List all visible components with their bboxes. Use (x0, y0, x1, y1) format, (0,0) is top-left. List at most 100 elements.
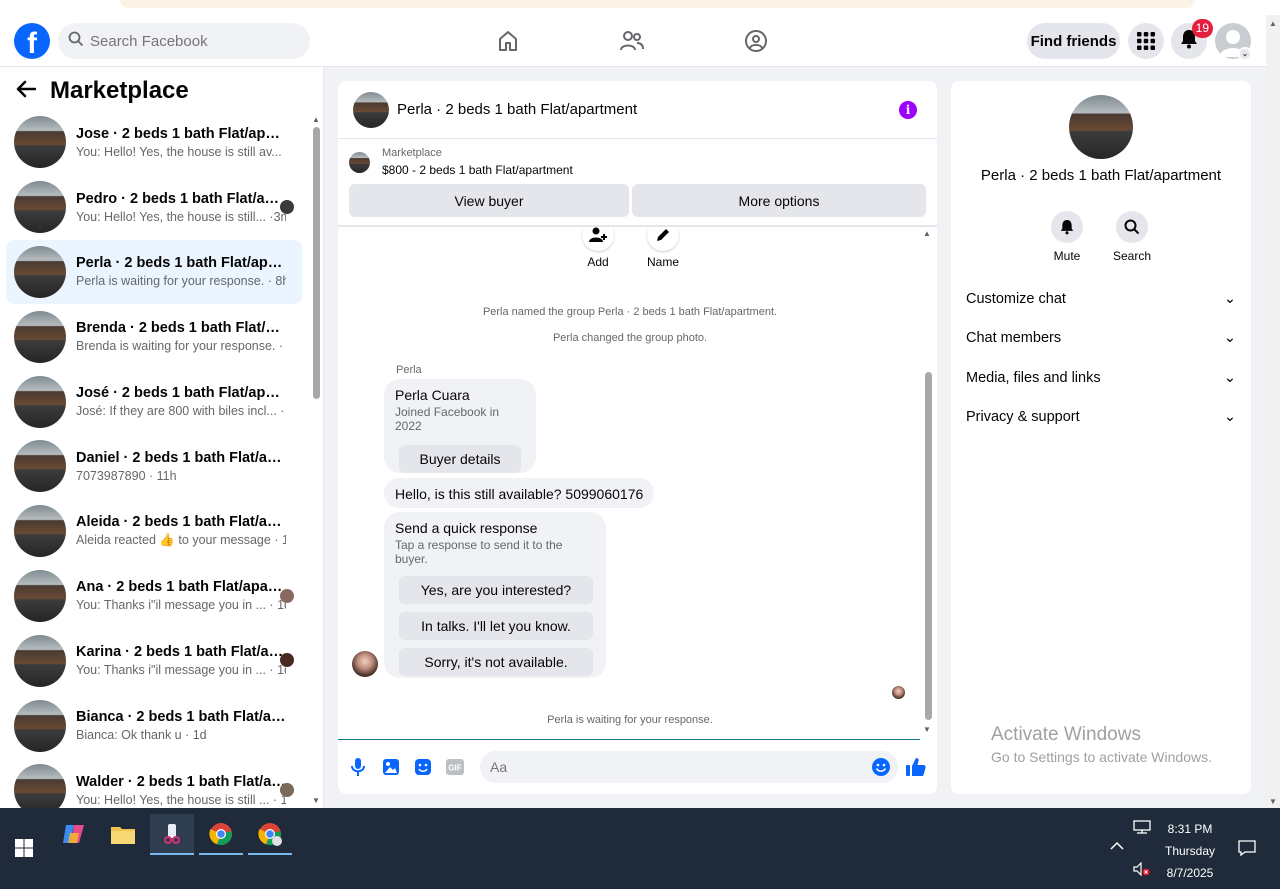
view-buyer-button[interactable]: View buyer (349, 184, 629, 217)
privacy-support-row[interactable]: Privacy & support ⌄ (966, 409, 1236, 425)
chat-members-row[interactable]: Chat members ⌄ (966, 330, 1236, 346)
back-arrow-icon[interactable] (16, 80, 37, 103)
conversation-preview: 7073987890 · 11h (76, 468, 177, 483)
info-icon[interactable]: i (899, 101, 917, 119)
section-label: Media, files and links (966, 370, 1101, 386)
quick-response-option[interactable]: In talks. I'll let you know. (399, 612, 593, 640)
add-label: Add (587, 255, 609, 269)
file-explorer-icon[interactable] (101, 814, 145, 854)
scroll-down-arrow-icon[interactable]: ▼ (1269, 797, 1277, 806)
message-composer: GIF (338, 739, 937, 794)
more-options-button[interactable]: More options (632, 184, 926, 217)
windows-taskbar: 8:31 PM Thursday 8/7/2025 (0, 808, 1280, 889)
chevron-down-icon: ⌄ (1223, 370, 1236, 386)
emoji-icon[interactable] (872, 758, 890, 776)
home-icon[interactable] (494, 27, 522, 55)
chrome-profile-icon[interactable] (248, 814, 292, 855)
participant-avatar (280, 199, 294, 214)
conversation-item[interactable]: Ana · 2 beds 1 bath Flat/apart... You: Th… (6, 564, 302, 629)
conversation-item[interactable]: José · 2 beds 1 bath Flat/apartm... José:… (6, 369, 302, 434)
scroll-down-arrow-icon[interactable]: ▼ (312, 796, 320, 805)
scroll-up-arrow-icon[interactable]: ▲ (923, 229, 931, 238)
scroll-up-arrow-icon[interactable]: ▲ (312, 115, 320, 124)
sender-name: Perla (396, 364, 422, 376)
chevron-down-icon[interactable]: ⌄ (1238, 47, 1252, 61)
browser-info-bar (120, 0, 1195, 8)
rename-button[interactable]: Name (633, 227, 693, 269)
scroll-up-arrow-icon[interactable]: ▲ (1269, 19, 1277, 28)
gif-icon[interactable]: GIF (445, 757, 465, 777)
menu-grid-icon[interactable] (1128, 23, 1164, 59)
listing-summary[interactable]: Marketplace $800 - 2 beds 1 bath Flat/ap… (349, 147, 573, 177)
scrollbar-thumb[interactable] (313, 127, 320, 399)
quick-response-card: Send a quick response Tap a response to … (384, 512, 606, 678)
search-conversation-button[interactable]: Search (1102, 211, 1162, 263)
speaker-muted-icon[interactable] (1133, 861, 1151, 879)
windows-start-icon[interactable] (2, 828, 46, 868)
conversation-item[interactable]: Perla · 2 beds 1 bath Flat/apart... Perla… (6, 239, 302, 305)
find-friends-button[interactable]: Find friends (1027, 23, 1120, 59)
sidebar-scrollbar[interactable]: ▲ ▼ (311, 115, 321, 805)
photo-icon[interactable] (381, 757, 401, 777)
conversation-item[interactable]: Bianca · 2 beds 1 bath Flat/apart... Bian… (6, 693, 302, 758)
quick-response-option[interactable]: Sorry, it's not available. (399, 648, 593, 676)
chevron-up-icon[interactable] (1110, 838, 1124, 854)
conversation-item[interactable]: Daniel · 2 beds 1 bath Flat/apart... 7073… (6, 434, 302, 499)
message-input[interactable] (480, 751, 898, 783)
listing-thumbnail (14, 634, 66, 687)
chat-title[interactable]: Perla · 2 beds 1 bath Flat/apartment (397, 101, 637, 118)
conversation-preview: Perla is waiting for your response. · 8h (76, 274, 286, 289)
listing-label: Marketplace (382, 147, 442, 159)
buyer-card: Perla Cuara Joined Facebook in 2022 Buye… (384, 379, 536, 473)
conversation-item[interactable]: Jose · 2 beds 1 bath Flat/apartm... You: … (6, 110, 302, 175)
group-photo[interactable] (1069, 95, 1133, 159)
conversation-title: José · 2 beds 1 bath Flat/apartm... (76, 385, 286, 402)
conversation-item[interactable]: Walder · 2 beds 1 bath Flat/ap... You: He… (6, 758, 302, 808)
conversation-title: Karina · 2 beds 1 bath Flat/ap... (76, 644, 286, 661)
listing-thumbnail[interactable] (353, 91, 389, 128)
section-label: Customize chat (966, 291, 1066, 307)
page-title: Marketplace (50, 77, 189, 104)
sender-avatar[interactable] (352, 651, 378, 677)
search-icon (68, 31, 84, 52)
chat-scrollbar[interactable]: ▲ ▼ (923, 229, 933, 734)
media-files-links-row[interactable]: Media, files and links ⌄ (966, 370, 1236, 386)
system-message: Perla changed the group photo. (552, 332, 708, 344)
listing-thumbnail (14, 505, 66, 558)
friends-icon[interactable] (618, 27, 646, 55)
network-icon[interactable] (1133, 820, 1151, 837)
search-input[interactable] (90, 32, 290, 50)
system-clock[interactable]: 8:31 PM Thursday 8/7/2025 (1160, 818, 1220, 884)
quick-response-option[interactable]: Yes, are you interested? (399, 576, 593, 604)
conversation-item[interactable]: Aleida · 2 beds 1 bath Flat/apart... Alei… (6, 499, 302, 564)
add-member-button[interactable]: Add (568, 227, 628, 269)
facebook-logo[interactable]: f (14, 23, 50, 59)
groups-icon[interactable] (742, 27, 770, 55)
conversation-item[interactable]: Pedro · 2 beds 1 bath Flat/apa... You: He… (6, 175, 302, 240)
notification-center-icon[interactable] (1238, 840, 1256, 859)
snipping-tool-icon[interactable] (150, 814, 194, 855)
conversation-item[interactable]: Karina · 2 beds 1 bath Flat/ap... You: Th… (6, 628, 302, 693)
customize-chat-row[interactable]: Customize chat ⌄ (966, 291, 1236, 307)
conversation-title: Brenda · 2 beds 1 bath Flat/apar... (76, 320, 286, 337)
conversation-item[interactable]: Brenda · 2 beds 1 bath Flat/apar... Brend… (6, 304, 302, 369)
conversation-preview: You: Hello! Yes, the house is still ... … (76, 792, 286, 807)
search-box[interactable] (58, 23, 310, 59)
thumbs-up-icon[interactable] (906, 757, 926, 777)
scroll-down-arrow-icon[interactable]: ▼ (923, 725, 931, 734)
mute-button[interactable]: Mute (1037, 211, 1097, 263)
page-scrollbar[interactable]: ▲ ▼ (1266, 15, 1280, 808)
microphone-icon[interactable] (348, 757, 368, 777)
copilot-icon[interactable] (52, 814, 96, 854)
mute-label: Mute (1053, 249, 1081, 263)
buyer-details-button[interactable]: Buyer details (399, 445, 521, 473)
scrollbar-thumb[interactable] (925, 372, 932, 720)
pencil-icon (647, 227, 679, 251)
notifications-button[interactable]: 19 (1171, 19, 1213, 59)
chat-panel: Perla · 2 beds 1 bath Flat/apartment i M… (338, 81, 937, 794)
sticker-icon[interactable] (413, 757, 433, 777)
chrome-icon[interactable] (199, 814, 243, 855)
listing-actions: View buyer More options (349, 184, 926, 217)
top-navigation: f Find friends 19 ⌄ (0, 15, 1266, 67)
clock-time: 8:31 PM (1167, 822, 1213, 836)
